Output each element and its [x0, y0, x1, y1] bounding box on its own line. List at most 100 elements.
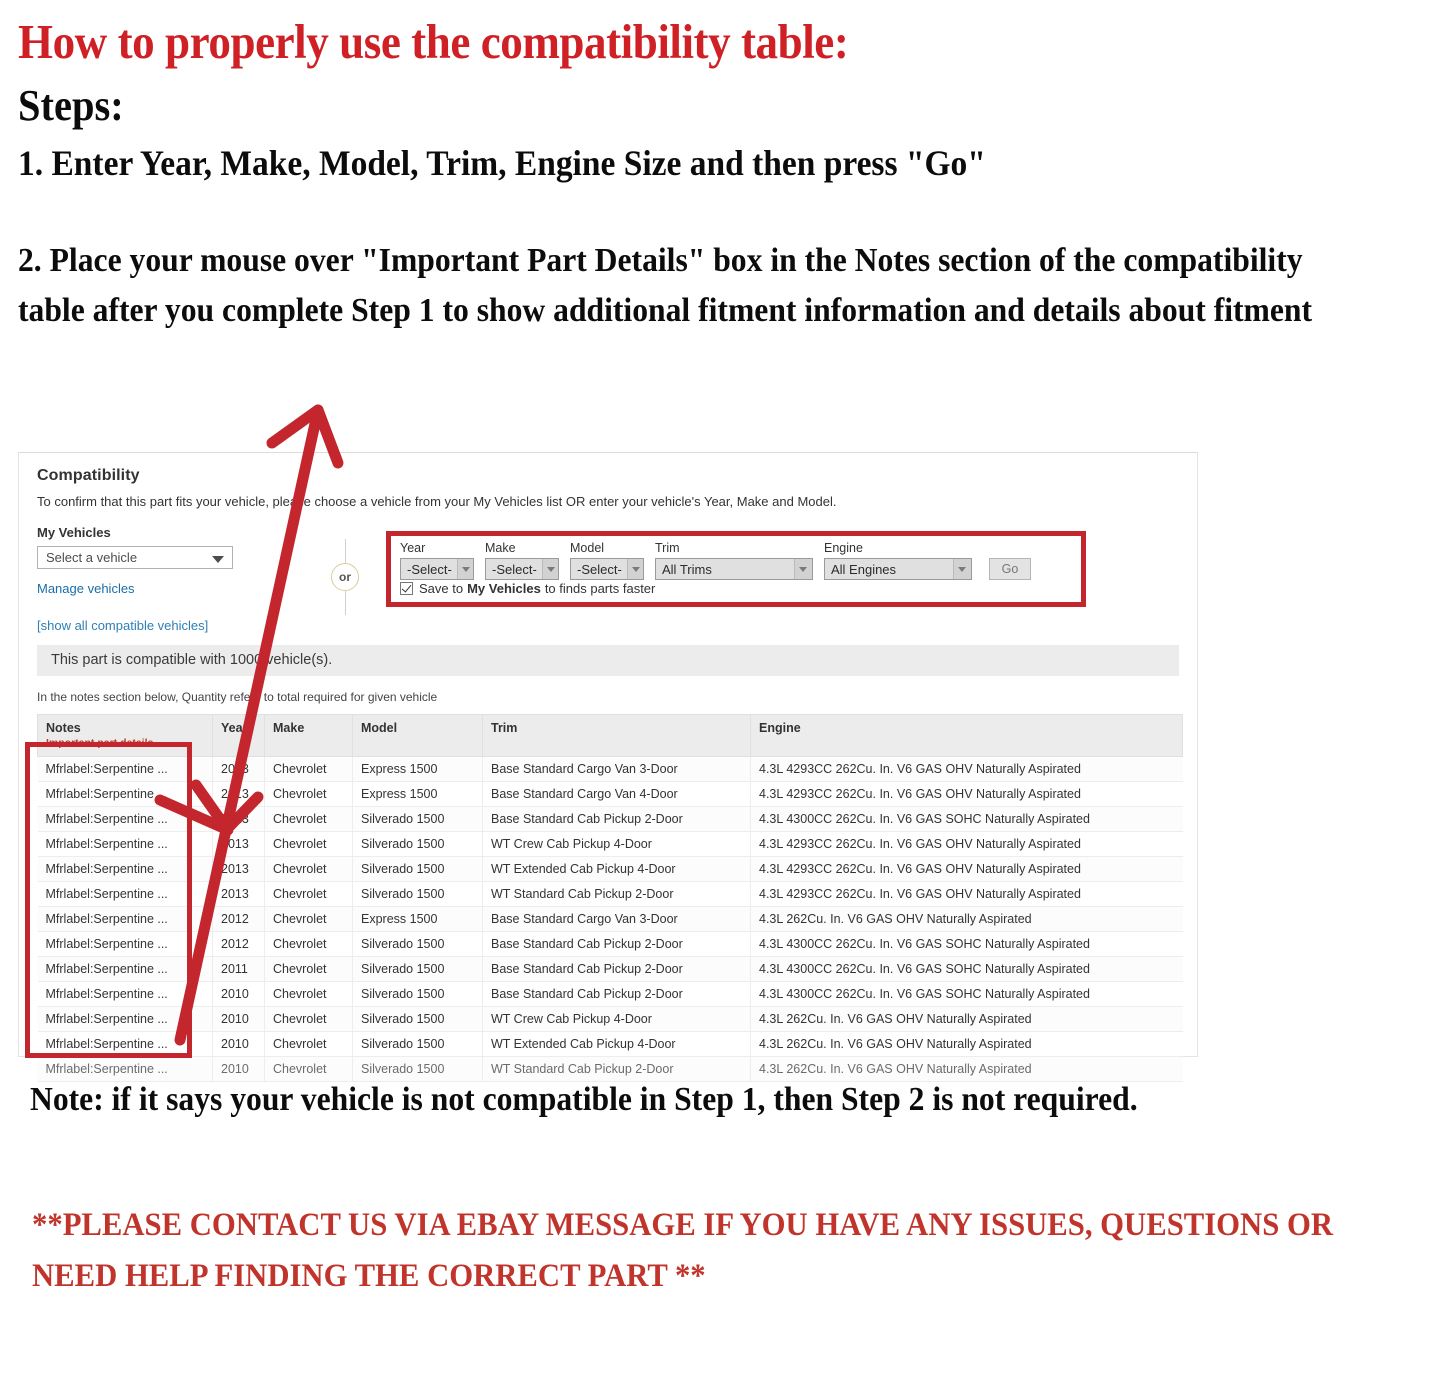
- table-row[interactable]: Mfrlabel:Serpentine ... 2013 Chevrolet Expr…: [37, 781, 1183, 807]
- my-vehicles-select[interactable]: Select a vehicle: [37, 546, 233, 569]
- cell-notes[interactable]: Mfrlabel:Serpentine ...: [37, 881, 213, 907]
- step-2-text: 2. Place your mouse over "Important Part…: [18, 242, 1313, 329]
- table-row[interactable]: Mfrlabel:Serpentine ... 2011 Chevrolet Silv…: [37, 956, 1183, 982]
- compatibility-panel: Compatibility To confirm that this part …: [18, 452, 1198, 1082]
- save-to-my-vehicles-row[interactable]: Save to My Vehicles to finds parts faste…: [400, 581, 655, 596]
- notes-hint-text: In the notes section below, Quantity ref…: [37, 690, 438, 704]
- cell-notes[interactable]: Mfrlabel:Serpentine ...: [37, 806, 213, 832]
- make-label: Make: [485, 541, 516, 555]
- cell-notes[interactable]: Mfrlabel:Serpentine ...: [37, 906, 213, 932]
- cell-model: Express 1500: [352, 906, 483, 932]
- table-row[interactable]: Mfrlabel:Serpentine ... 2013 Chevrolet Silv…: [37, 806, 1183, 832]
- trim-select-value: All Trims: [662, 561, 712, 577]
- vehicle-search-form: Year -Select- Make -Select- Model -Selec…: [400, 541, 1031, 580]
- go-button[interactable]: Go: [989, 558, 1031, 580]
- cell-year: 2012: [212, 931, 265, 957]
- cell-model: Silverado 1500: [352, 831, 483, 857]
- cell-engine: 4.3L 4293CC 262Cu. In. V6 GAS OHV Natura…: [750, 756, 1183, 782]
- cell-trim: WT Extended Cab Pickup 4-Door: [482, 1031, 751, 1057]
- chevron-down-icon: [626, 559, 643, 579]
- col-header-engine: Engine: [750, 714, 1183, 757]
- cell-trim: WT Crew Cab Pickup 4-Door: [482, 831, 751, 857]
- page-title: How to properly use the compatibility ta…: [18, 14, 849, 69]
- col-header-notes-label: Notes: [46, 721, 81, 735]
- col-header-trim: Trim: [482, 714, 751, 757]
- show-all-compatible-vehicles-link[interactable]: [show all compatible vehicles]: [37, 618, 1179, 633]
- year-select-value: -Select-: [407, 561, 452, 577]
- save-vehicle-checkbox[interactable]: [400, 582, 413, 595]
- cell-notes[interactable]: Mfrlabel:Serpentine ...: [37, 781, 213, 807]
- cell-year: 2012: [212, 906, 265, 932]
- cell-make: Chevrolet: [264, 1031, 353, 1057]
- cell-model: Silverado 1500: [352, 1006, 483, 1032]
- table-row[interactable]: Mfrlabel:Serpentine ... 2012 Chevrolet Silv…: [37, 931, 1183, 957]
- cell-make: Chevrolet: [264, 856, 353, 882]
- year-field-group: Year -Select-: [400, 541, 474, 580]
- model-select[interactable]: -Select-: [570, 558, 644, 580]
- cell-trim: Base Standard Cargo Van 4-Door: [482, 781, 751, 807]
- cell-notes[interactable]: Mfrlabel:Serpentine ...: [37, 756, 213, 782]
- cell-notes[interactable]: Mfrlabel:Serpentine ...: [37, 856, 213, 882]
- cell-year: 2013: [212, 881, 265, 907]
- cell-make: Chevrolet: [264, 981, 353, 1007]
- step-1-text: 1. Enter Year, Make, Model, Trim, Engine…: [18, 143, 986, 183]
- engine-select[interactable]: All Engines: [824, 558, 972, 580]
- cell-notes[interactable]: Mfrlabel:Serpentine ...: [37, 831, 213, 857]
- make-select[interactable]: -Select-: [485, 558, 559, 580]
- cell-engine: 4.3L 4300CC 262Cu. In. V6 GAS SOHC Natur…: [750, 931, 1183, 957]
- cell-make: Chevrolet: [264, 806, 353, 832]
- save-bold-label: My Vehicles: [467, 581, 541, 596]
- cell-notes[interactable]: Mfrlabel:Serpentine ...: [37, 1006, 213, 1032]
- compatible-count-bar: This part is compatible with 1000 vehicl…: [37, 645, 1179, 676]
- chevron-down-icon: [953, 559, 971, 579]
- cell-trim: WT Extended Cab Pickup 4-Door: [482, 856, 751, 882]
- table-row[interactable]: Mfrlabel:Serpentine ... 2010 Chevrolet Silv…: [37, 1006, 1183, 1032]
- year-label: Year: [400, 541, 426, 555]
- cell-engine: 4.3L 4300CC 262Cu. In. V6 GAS SOHC Natur…: [750, 981, 1183, 1007]
- table-row[interactable]: Mfrlabel:Serpentine ... 2013 Chevrolet Silv…: [37, 831, 1183, 857]
- instructions-block: How to properly use the compatibility ta…: [18, 12, 1418, 336]
- fitment-table-body: Mfrlabel:Serpentine ... 2013 Chevrolet Expr…: [37, 756, 1183, 1082]
- cell-model: Silverado 1500: [352, 1031, 483, 1057]
- cell-model: Silverado 1500: [352, 806, 483, 832]
- table-row[interactable]: Mfrlabel:Serpentine ... 2013 Chevrolet Silv…: [37, 881, 1183, 907]
- table-row[interactable]: Mfrlabel:Serpentine ... 2013 Chevrolet Expr…: [37, 756, 1183, 782]
- table-row[interactable]: Mfrlabel:Serpentine ... 2010 Chevrolet Silv…: [37, 1031, 1183, 1057]
- cell-notes[interactable]: Mfrlabel:Serpentine ...: [37, 931, 213, 957]
- cell-trim: Base Standard Cargo Van 3-Door: [482, 756, 751, 782]
- year-select[interactable]: -Select-: [400, 558, 474, 580]
- cell-model: Express 1500: [352, 781, 483, 807]
- important-part-details-label[interactable]: Important part details: [46, 737, 204, 749]
- cell-trim: Base Standard Cab Pickup 2-Door: [482, 956, 751, 982]
- engine-field-group: Engine All Engines: [824, 541, 972, 580]
- trim-select[interactable]: All Trims: [655, 558, 813, 580]
- or-divider: or: [328, 539, 362, 615]
- cell-trim: WT Crew Cab Pickup 4-Door: [482, 1006, 751, 1032]
- cell-trim: Base Standard Cab Pickup 2-Door: [482, 931, 751, 957]
- cell-model: Silverado 1500: [352, 881, 483, 907]
- cell-engine: 4.3L 4293CC 262Cu. In. V6 GAS OHV Natura…: [750, 831, 1183, 857]
- table-row[interactable]: Mfrlabel:Serpentine ... 2010 Chevrolet Silv…: [37, 981, 1183, 1007]
- col-header-year: Year: [212, 714, 265, 757]
- cell-make: Chevrolet: [264, 756, 353, 782]
- cell-engine: 4.3L 4300CC 262Cu. In. V6 GAS SOHC Natur…: [750, 956, 1183, 982]
- cell-make: Chevrolet: [264, 831, 353, 857]
- cell-engine: 4.3L 4293CC 262Cu. In. V6 GAS OHV Natura…: [750, 856, 1183, 882]
- or-label: or: [331, 563, 359, 591]
- my-vehicles-select-value: Select a vehicle: [46, 550, 138, 565]
- trim-field-group: Trim All Trims: [655, 541, 813, 580]
- cell-year: 2013: [212, 856, 265, 882]
- make-field-group: Make -Select-: [485, 541, 559, 580]
- cell-year: 2013: [212, 831, 265, 857]
- save-suffix-label: to finds parts faster: [544, 581, 656, 596]
- table-row[interactable]: Mfrlabel:Serpentine ... 2012 Chevrolet Expr…: [37, 906, 1183, 932]
- fitment-table: Notes Important part details Year Make M…: [37, 714, 1183, 1082]
- cell-model: Silverado 1500: [352, 856, 483, 882]
- engine-select-value: All Engines: [831, 561, 897, 577]
- table-row[interactable]: Mfrlabel:Serpentine ... 2013 Chevrolet Silv…: [37, 856, 1183, 882]
- cell-model: Silverado 1500: [352, 956, 483, 982]
- cell-notes[interactable]: Mfrlabel:Serpentine ...: [37, 956, 213, 982]
- chevron-down-icon: [456, 559, 473, 579]
- cell-notes[interactable]: Mfrlabel:Serpentine ...: [37, 1031, 213, 1057]
- cell-notes[interactable]: Mfrlabel:Serpentine ...: [37, 981, 213, 1007]
